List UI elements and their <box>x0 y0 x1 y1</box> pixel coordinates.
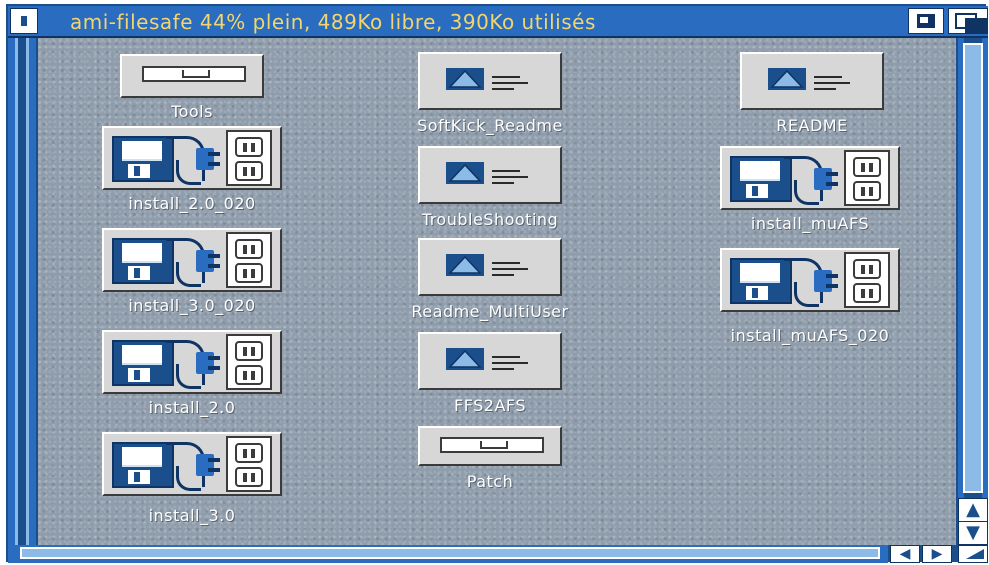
horizontal-scroll-knob[interactable] <box>20 547 880 559</box>
close-gadget-icon[interactable] <box>10 8 38 34</box>
icon-tools[interactable]: Tools <box>120 54 264 130</box>
horizontal-scrollbar[interactable] <box>8 545 888 563</box>
icon-install-muafs[interactable]: install_muAFS <box>720 146 900 238</box>
icon-troubleshooting[interactable]: TroubleShooting <box>418 146 562 232</box>
drawer-contents: Tools SoftKick_Readme README install_2.0… <box>38 38 956 545</box>
outlet-icon <box>226 334 272 390</box>
icon-label: Tools <box>171 102 213 121</box>
floppy-icon <box>730 156 792 202</box>
icon-label: README <box>776 116 848 135</box>
window-left-border <box>8 38 36 553</box>
icon-label: SoftKick_Readme <box>417 116 563 135</box>
scroll-down-arrow-icon[interactable]: ▼ <box>958 521 988 545</box>
document-icon <box>446 162 484 184</box>
document-icon <box>446 348 484 370</box>
outlet-icon <box>226 232 272 288</box>
floppy-icon <box>112 238 174 284</box>
icon-patch[interactable]: Patch <box>418 426 562 496</box>
icon-label: install_2.0 <box>148 398 236 417</box>
icon-install-3-0-020[interactable]: install_3.0_020 <box>102 228 282 320</box>
scroll-up-arrow-icon[interactable]: ▲ <box>958 498 988 522</box>
icon-install-3-0[interactable]: install_3.0 <box>102 432 282 525</box>
icon-label: install_muAFS_020 <box>730 326 890 345</box>
icon-readme-multiuser[interactable]: Readme_MultiUser <box>411 238 568 324</box>
drawer-icon <box>142 66 246 82</box>
icon-label: install_3.0 <box>148 506 236 525</box>
window-title: ami-filesafe 44% plein, 489Ko libre, 390… <box>70 10 596 34</box>
floppy-icon <box>112 442 174 488</box>
outlet-icon <box>226 436 272 492</box>
floppy-icon <box>112 136 174 182</box>
icon-label: FFS2AFS <box>454 396 526 415</box>
zoom-gadget-icon[interactable] <box>908 8 944 34</box>
icon-label: TroubleShooting <box>421 210 559 229</box>
icon-readme[interactable]: README <box>740 52 884 138</box>
icon-label: install_muAFS <box>750 214 870 233</box>
document-icon <box>446 254 484 276</box>
icon-install-muafs-020[interactable]: install_muAFS_020 <box>720 248 900 345</box>
icon-install-2-0-020[interactable]: install_2.0_020 <box>102 126 282 218</box>
icon-install-2-0[interactable]: install_2.0 <box>102 330 282 422</box>
icon-label: Readme_MultiUser <box>411 302 569 321</box>
depth-gadget-icon[interactable] <box>948 8 988 34</box>
outlet-icon <box>226 130 272 186</box>
floppy-icon <box>112 340 174 386</box>
scroll-right-arrow-icon[interactable]: ▶ <box>922 545 952 563</box>
outlet-icon <box>844 252 890 308</box>
icon-label: install_3.0_020 <box>128 296 256 315</box>
icon-label: Patch <box>466 472 514 491</box>
drawer-icon <box>440 437 544 453</box>
floppy-icon <box>730 258 792 304</box>
scroll-left-arrow-icon[interactable]: ◀ <box>890 545 920 563</box>
resize-gadget-icon[interactable] <box>958 545 988 563</box>
vertical-scrollbar[interactable] <box>958 38 988 498</box>
icon-softkick-readme[interactable]: SoftKick_Readme <box>417 52 562 138</box>
icon-label: install_2.0_020 <box>128 194 256 213</box>
document-icon <box>768 68 806 90</box>
icon-ffs2afs[interactable]: FFS2AFS <box>418 332 562 418</box>
vertical-scroll-knob[interactable] <box>963 43 983 493</box>
document-icon <box>446 68 484 90</box>
outlet-icon <box>844 150 890 206</box>
